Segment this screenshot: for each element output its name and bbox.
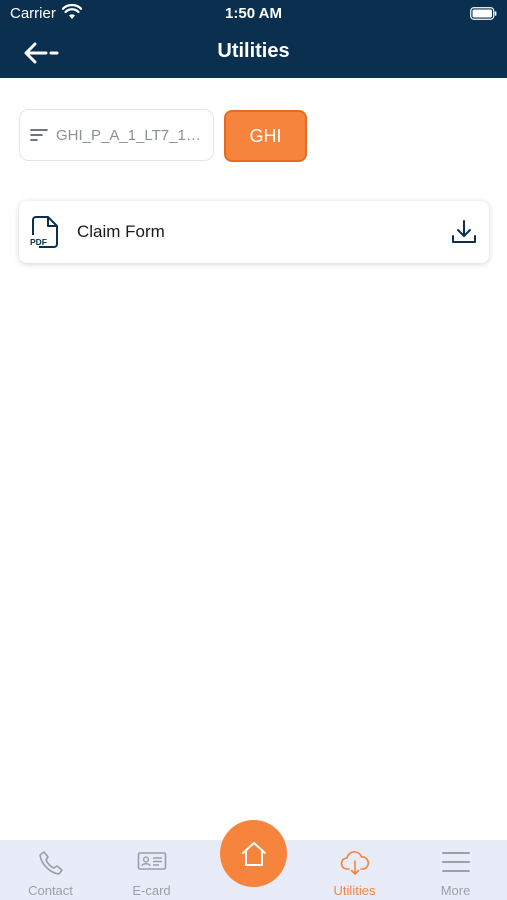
home-button[interactable] — [220, 820, 287, 887]
document-card[interactable]: PDF Claim Form — [19, 201, 489, 263]
page-title: Utilities — [217, 40, 290, 62]
nav-bar: Utilities — [0, 28, 507, 78]
tab-label-utilities: Utilities — [333, 883, 376, 898]
app-root: Carrier 1:50 AM Utilities GHI_P_A_1_LT7_… — [0, 0, 507, 900]
pdf-file-icon: PDF — [30, 216, 58, 248]
policy-value: GHI_P_A_1_LT7_120... — [56, 126, 208, 144]
tab-utilities[interactable]: Utilities — [304, 840, 405, 900]
filter-lines-icon — [30, 129, 48, 141]
tab-label-ecard: E-card — [132, 883, 171, 898]
document-title: Claim Form — [77, 222, 165, 241]
svg-text:PDF: PDF — [30, 237, 47, 247]
status-bar: Carrier 1:50 AM — [0, 0, 507, 28]
header: Carrier 1:50 AM Utilities — [0, 0, 507, 78]
tab-label-more: More — [440, 883, 471, 898]
tab-ecard[interactable]: E-card — [101, 840, 202, 900]
menu-icon — [441, 852, 470, 872]
tab-more[interactable]: More — [405, 840, 506, 900]
battery-icon — [470, 7, 497, 20]
tab-contact[interactable]: Contact — [0, 840, 101, 900]
status-time: 1:50 AM — [225, 5, 282, 22]
tab-label-contact: Contact — [28, 883, 73, 898]
download-icon[interactable] — [451, 219, 477, 245]
id-card-icon — [137, 852, 166, 870]
policy-select[interactable]: GHI_P_A_1_LT7_120... — [19, 109, 214, 161]
phone-icon — [38, 851, 63, 875]
home-icon — [241, 841, 266, 866]
ghi-type-button[interactable]: GHI — [224, 110, 307, 162]
cloud-download-icon — [340, 851, 369, 875]
